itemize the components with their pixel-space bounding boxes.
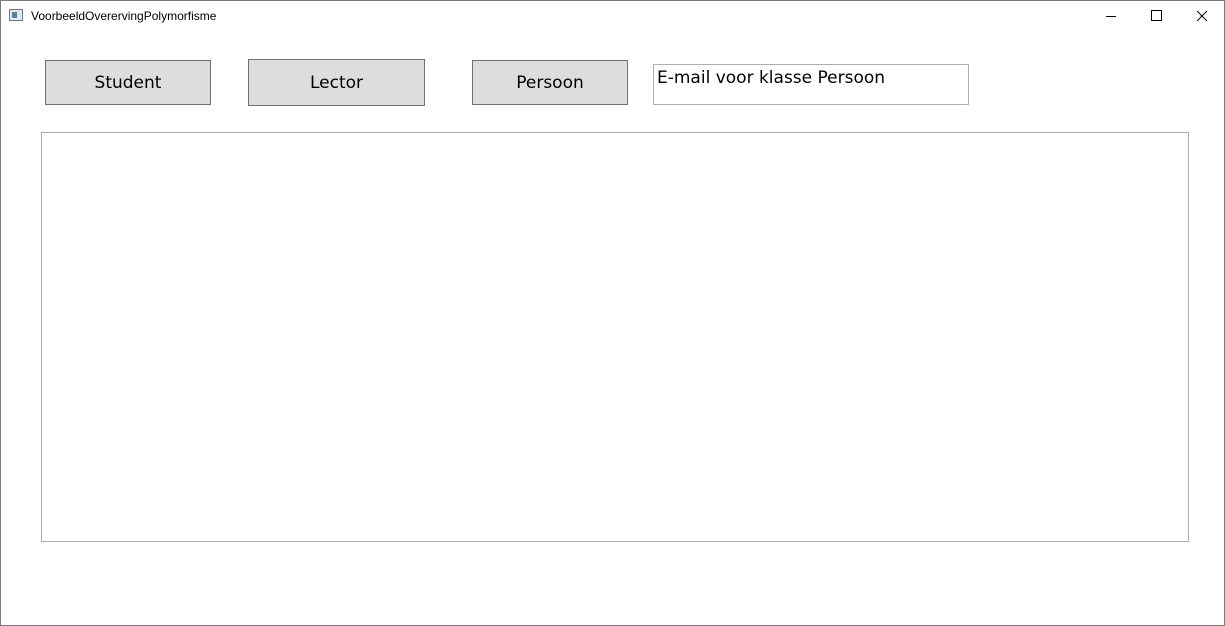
maximize-button[interactable] [1134,1,1180,31]
app-window: VoorbeeldOvererving​Polymorfisme Student… [0,0,1225,626]
close-button[interactable] [1179,1,1225,31]
close-icon [1196,10,1208,22]
app-window-icon [9,9,23,21]
lector-button[interactable]: Lector [248,59,425,106]
student-button[interactable]: Student [45,60,211,105]
output-textbox[interactable] [41,132,1189,542]
email-textbox[interactable]: E-mail voor klasse Persoon [653,64,969,105]
window-title: VoorbeeldOvererving​Polymorfisme [31,9,217,23]
minimize-button[interactable] [1088,1,1134,31]
minimize-icon [1106,16,1116,17]
persoon-button[interactable]: Persoon [472,60,628,105]
maximize-icon [1151,10,1162,21]
title-bar[interactable]: VoorbeeldOvererving​Polymorfisme [1,1,1224,31]
